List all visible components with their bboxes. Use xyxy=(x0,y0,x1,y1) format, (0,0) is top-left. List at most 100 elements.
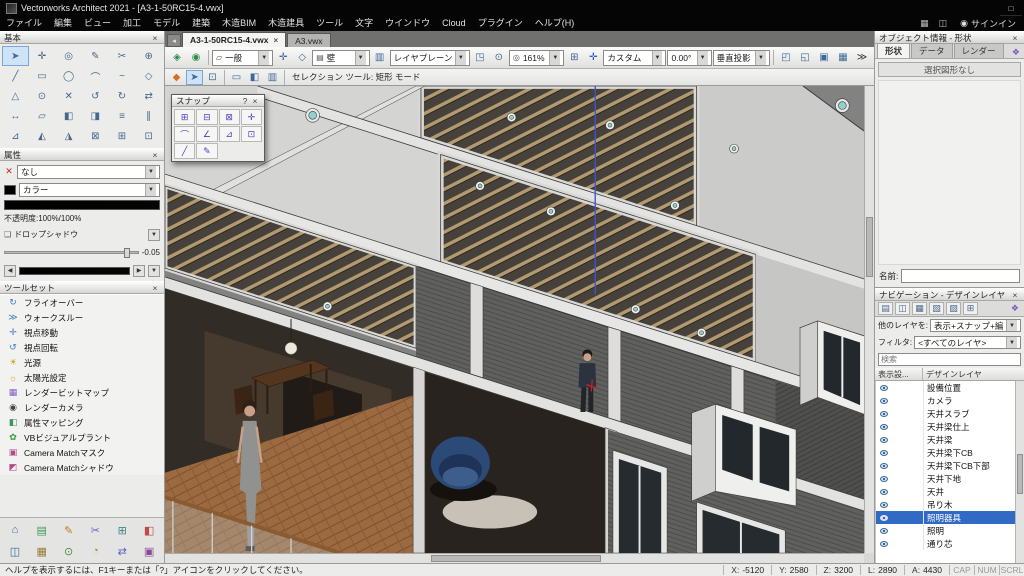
layer-row[interactable]: 天井スラブ xyxy=(876,407,1024,420)
drawing-canvas[interactable]: スナップ ? × ⊞⊟⊠✛⌒∠⊿⊡╱✎ xyxy=(165,86,874,563)
layer-row[interactable]: 天井梁 xyxy=(876,433,1024,446)
dock-tool-icon[interactable]: ⊙ xyxy=(56,541,82,561)
drop-shadow-menu-button[interactable]: ▼ xyxy=(148,229,160,241)
visibility-eye-icon[interactable] xyxy=(880,476,888,482)
dock-tool-icon[interactable]: ◧ xyxy=(136,520,162,540)
other-layers-select[interactable]: 表示+スナップ+編集 ▼ xyxy=(930,319,1021,332)
close-icon[interactable]: × xyxy=(250,96,260,106)
basic-tool-icon[interactable]: △ xyxy=(2,86,29,106)
close-icon[interactable]: × xyxy=(150,283,160,293)
snap-mode-icon[interactable]: ✛ xyxy=(241,109,262,125)
wall-style-select[interactable]: ▤ 壁 ▼ xyxy=(312,50,369,66)
dock-tool-icon[interactable]: ✎ xyxy=(56,520,82,540)
basic-tool-icon[interactable]: ◨ xyxy=(82,106,109,126)
basic-tool-icon[interactable]: ⇄ xyxy=(135,86,162,106)
multi-view-icon[interactable]: ▦ xyxy=(834,49,852,67)
marquee-mode-icon[interactable]: ⊡ xyxy=(204,70,221,85)
menu-item[interactable]: ウインドウ xyxy=(379,16,436,31)
visibility-eye-icon[interactable] xyxy=(880,463,888,469)
layer-column-header[interactable]: デザインレイヤ xyxy=(923,368,1024,380)
navigation-tab-icon[interactable]: ▤ xyxy=(878,302,893,315)
menu-item[interactable]: 編集 xyxy=(48,16,78,31)
menu-item[interactable]: 木造建具 xyxy=(262,16,310,31)
dock-tool-icon[interactable]: ▣ xyxy=(136,541,162,561)
visibility-eye-icon[interactable] xyxy=(880,502,888,508)
puzzle-icon[interactable]: ❖ xyxy=(1009,303,1021,314)
close-icon[interactable]: × xyxy=(150,33,160,43)
visibility-eye-icon[interactable] xyxy=(880,515,888,521)
dock-tool-icon[interactable]: ◫ xyxy=(2,541,28,561)
snap-mode-icon[interactable]: ✎ xyxy=(196,143,217,159)
layer-row[interactable]: 照明器具 xyxy=(876,511,1024,524)
layer-row[interactable]: 設備位置 xyxy=(876,381,1024,394)
close-icon[interactable]: × xyxy=(1010,33,1020,43)
menu-button[interactable]: ▼ xyxy=(148,265,160,277)
basic-tool-icon[interactable]: ✕ xyxy=(55,86,82,106)
menubar-icon[interactable]: ◫ xyxy=(934,18,953,29)
plane-mode-alt-icon[interactable]: ⊙ xyxy=(490,49,508,67)
basic-tool-icon[interactable]: ◭ xyxy=(29,126,56,146)
tab-scroll-left-icon[interactable]: ◂ xyxy=(167,34,181,47)
visibility-eye-icon[interactable] xyxy=(880,398,888,404)
toolset-item[interactable]: ▦ レンダービットマップ xyxy=(0,385,164,400)
name-input[interactable] xyxy=(901,269,1020,283)
prev-button[interactable]: ◀ xyxy=(4,265,16,277)
navigation-tab-icon[interactable]: ▧ xyxy=(929,302,944,315)
snap-palette-header[interactable]: スナップ ? × xyxy=(172,95,264,107)
basic-tool-icon[interactable]: ↻ xyxy=(109,86,136,106)
poly-mode-icon[interactable]: ◧ xyxy=(246,70,263,85)
basic-tool-icon[interactable]: ▭ xyxy=(29,66,56,86)
basic-tool-icon[interactable]: ✎ xyxy=(82,46,109,66)
snap-mode-icon[interactable]: ⊞ xyxy=(174,109,195,125)
visibility-column-header[interactable]: 表示設... xyxy=(875,368,923,380)
tab-data[interactable]: データ xyxy=(911,43,953,58)
gradient-preview-bar[interactable] xyxy=(4,200,160,210)
puzzle-icon[interactable]: ❖ xyxy=(1010,47,1022,58)
layer-row[interactable]: 天井下地 xyxy=(876,472,1024,485)
snap-mode-icon[interactable]: ⊡ xyxy=(241,126,262,142)
dock-tool-icon[interactable]: ⇄ xyxy=(109,541,135,561)
scrollbar-thumb[interactable] xyxy=(431,555,601,562)
offset-slider[interactable] xyxy=(4,251,139,254)
basic-tool-icon[interactable]: ∥ xyxy=(135,106,162,126)
magnet-icon[interactable]: ✛ xyxy=(274,49,292,67)
layer-plane-select[interactable]: レイヤプレーン ▼ xyxy=(390,50,470,66)
basic-tool-icon[interactable]: ◧ xyxy=(55,106,82,126)
basic-palette-header[interactable]: 基本 × xyxy=(0,31,164,44)
basic-tool-icon[interactable]: ⊙ xyxy=(29,86,56,106)
toolset-item[interactable]: ◉ レンダーカメラ xyxy=(0,400,164,415)
menu-item[interactable]: プラグイン xyxy=(472,16,529,31)
color-mode-select[interactable]: カラー ▼ xyxy=(19,183,160,197)
layer-row[interactable]: 天井梁下CB下部 xyxy=(876,459,1024,472)
doc-tab[interactable]: A3.vwx xyxy=(287,33,330,47)
color-swatch[interactable] xyxy=(4,185,16,195)
next-button[interactable]: ▶ xyxy=(133,265,145,277)
tool-special-icon[interactable]: ◆ xyxy=(168,70,185,85)
snap-mode-icon[interactable]: ⌒ xyxy=(174,126,195,142)
basic-tool-icon[interactable]: ◎ xyxy=(55,46,82,66)
zoom-select[interactable]: ◎ 161% ▼ xyxy=(509,50,565,66)
canvas-horizontal-scrollbar[interactable] xyxy=(165,553,864,563)
snap-mode-icon[interactable]: ⊟ xyxy=(196,109,217,125)
basic-tool-icon[interactable]: ◮ xyxy=(55,126,82,146)
toolset-item[interactable]: ↻ フライオーバー xyxy=(0,295,164,310)
navigation-tab-icon[interactable]: ◫ xyxy=(895,302,910,315)
signin-button[interactable]: ◉ サインイン xyxy=(952,17,1024,30)
toolset-item[interactable]: ↺ 視点回転 xyxy=(0,340,164,355)
basic-tool-icon[interactable]: ◯ xyxy=(55,66,82,86)
menu-item[interactable]: ファイル xyxy=(0,16,48,31)
visibility-eye-icon[interactable] xyxy=(880,437,888,443)
toolset-item[interactable]: ☼ 太陽光設定 xyxy=(0,370,164,385)
3d-model-view[interactable] xyxy=(165,86,864,553)
basic-tool-icon[interactable]: ↔ xyxy=(2,106,29,126)
view-preset-select[interactable]: カスタム ▼ xyxy=(603,50,666,66)
basic-tool-icon[interactable]: ⊿ xyxy=(2,126,29,146)
window-control-button[interactable]: □ xyxy=(1000,1,1022,15)
snap-mode-icon[interactable]: ⊿ xyxy=(219,126,240,142)
basic-tool-icon[interactable]: ⊡ xyxy=(135,126,162,146)
visibility-eye-icon[interactable] xyxy=(880,541,888,547)
visibility-eye-icon[interactable] xyxy=(880,424,888,430)
help-icon[interactable]: ? xyxy=(240,96,250,106)
visibility-eye-icon[interactable] xyxy=(880,489,888,495)
snap-mode-icon[interactable]: ∠ xyxy=(196,126,217,142)
